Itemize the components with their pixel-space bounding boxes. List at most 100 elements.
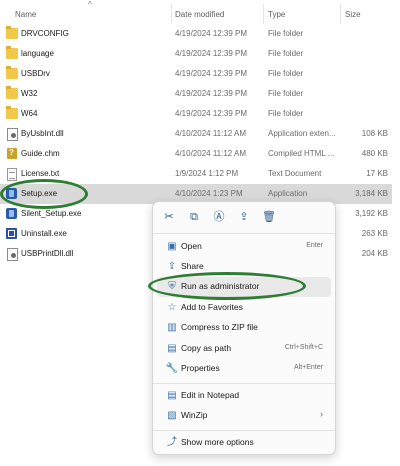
file-type: File folder [268,49,304,58]
file-name: W64 [21,109,38,118]
file-name: Silent_Setup.exe [21,209,82,218]
file-type: Compiled HTML ... [268,149,335,158]
menu-item-label: Properties [181,363,220,373]
file-name: License.txt [21,169,60,178]
column-header-type[interactable]: Type [268,10,285,19]
column-header-name[interactable]: Name [15,10,36,19]
file-date: 4/10/2024 11:12 AM [175,129,247,138]
folder-icon [6,46,18,59]
wrench-icon: 🔧 [165,363,179,374]
column-divider[interactable] [340,4,341,24]
menu-item-label: Open [181,241,202,251]
menu-item-label: Add to Favorites [181,302,243,312]
file-row[interactable]: USBDrv 4/19/2024 12:39 PM File folder [0,64,392,84]
file-date: 4/10/2024 11:12 AM [175,149,247,158]
star-icon: ☆ [167,302,177,313]
dll-file-icon [7,128,18,141]
delete-icon[interactable]: 🗑 [261,209,277,225]
file-size: 263 KB [361,229,388,238]
file-name: USBDrv [21,69,50,78]
file-name: ByUsbInt.dll [21,129,64,138]
menu-item-properties[interactable]: 🔧 Properties Alt+Enter [157,359,331,379]
menu-item-copy-as-path[interactable]: ▤ Copy as path Ctrl+Shift+C [157,339,331,359]
menu-item-compress-zip[interactable]: ▥ Compress to ZIP file [157,318,331,338]
file-size: 17 KB [366,169,388,178]
menu-item-shortcut: Alt+Enter [294,364,323,371]
file-date: 4/19/2024 12:39 PM [175,69,248,78]
folder-icon [6,66,18,79]
file-date: 4/19/2024 12:39 PM [175,109,248,118]
file-name: Guide.chm [21,149,60,158]
folder-icon [6,106,18,119]
file-size: 204 KB [361,249,388,258]
file-type: Application exten... [268,129,336,138]
zip-icon: ▥ [167,322,177,333]
file-type: File folder [268,109,304,118]
menu-item-edit-in-notepad[interactable]: ▤ Edit in Notepad [157,386,331,406]
winzip-icon: ▧ [167,410,177,421]
menu-item-label: WinZip [181,410,208,420]
file-row[interactable]: ByUsbInt.dll 4/10/2024 11:12 AM Applicat… [0,124,392,144]
file-type: Text Document [268,169,322,178]
menu-item-add-to-favorites[interactable]: ☆ Add to Favorites [157,298,331,318]
column-header-size[interactable]: Size [345,10,361,19]
menu-item-label: Compress to ZIP file [181,322,258,332]
file-name: language [21,49,54,58]
file-name: USBPrintDll.dll [21,249,74,258]
menu-item-winzip[interactable]: ▧ WinZip › [157,406,331,426]
menu-item-open[interactable]: ▣ Open Enter [157,237,331,257]
uninstall-exe-icon [6,228,17,239]
file-name: DRVCONFIG [21,29,69,38]
menu-item-label: Show more options [181,437,254,447]
setup-exe-icon [6,208,17,219]
file-name: Uninstall.exe [21,229,67,238]
chevron-right-icon: › [320,409,323,419]
menu-item-shortcut: Ctrl+Shift+C [284,344,323,351]
file-date: 4/19/2024 12:39 PM [175,49,248,58]
file-row[interactable]: Guide.chm 4/10/2024 11:12 AM Compiled HT… [0,144,392,164]
folder-icon [6,86,18,99]
file-date: 4/19/2024 12:39 PM [175,29,248,38]
column-divider[interactable] [171,4,172,24]
open-icon: ▣ [167,241,177,252]
share-icon: ⇪ [167,261,177,272]
copy-icon[interactable]: ⧉ [186,209,202,225]
file-row[interactable]: language 4/19/2024 12:39 PM File folder [0,44,392,64]
column-header-date[interactable]: Date modified [175,10,224,19]
menu-divider [153,383,335,384]
help-file-icon [7,148,17,159]
file-date: 4/19/2024 12:39 PM [175,89,248,98]
file-date: 1/9/2024 1:12 PM [175,169,239,178]
file-size: 3,192 KB [355,209,388,218]
file-size: 108 KB [361,129,388,138]
menu-item-label: Copy as path [181,343,232,353]
annotation-ring-run-as-admin [148,272,306,300]
file-size: 480 KB [361,149,388,158]
menu-item-show-more-options[interactable]: ⤴ Show more options [157,433,331,453]
column-divider[interactable] [263,4,264,24]
file-type: File folder [268,89,304,98]
file-type: File folder [268,29,304,38]
text-file-icon [7,168,17,181]
file-type: Application [268,189,308,198]
quick-action-bar: ✂ ⧉ Ⓐ ⇪ 🗑 [153,202,335,232]
dll-file-icon [7,248,18,261]
file-name: W32 [21,89,38,98]
file-row[interactable]: DRVCONFIG 4/19/2024 12:39 PM File folder [0,24,392,44]
file-size: 3,184 KB [355,189,388,198]
share-icon[interactable]: ⇪ [236,209,252,225]
menu-item-shortcut: Enter [306,242,323,249]
file-type: File folder [268,69,304,78]
context-menu: ✂ ⧉ Ⓐ ⇪ 🗑 ▣ Open Enter ⇪ Share ⛨ Run as … [152,201,336,455]
menu-divider [153,233,335,234]
copy-path-icon: ▤ [167,343,177,354]
file-date: 4/10/2024 1:23 PM [175,189,243,198]
file-row[interactable]: W64 4/19/2024 12:39 PM File folder [0,104,392,124]
menu-item-label: Share [181,261,204,271]
rename-icon[interactable]: Ⓐ [211,209,227,225]
annotation-ring-setup [0,179,88,209]
cut-icon[interactable]: ✂ [161,209,177,225]
more-options-icon: ⤴ [167,437,177,448]
file-row[interactable]: W32 4/19/2024 12:39 PM File folder [0,84,392,104]
menu-divider [153,430,335,431]
